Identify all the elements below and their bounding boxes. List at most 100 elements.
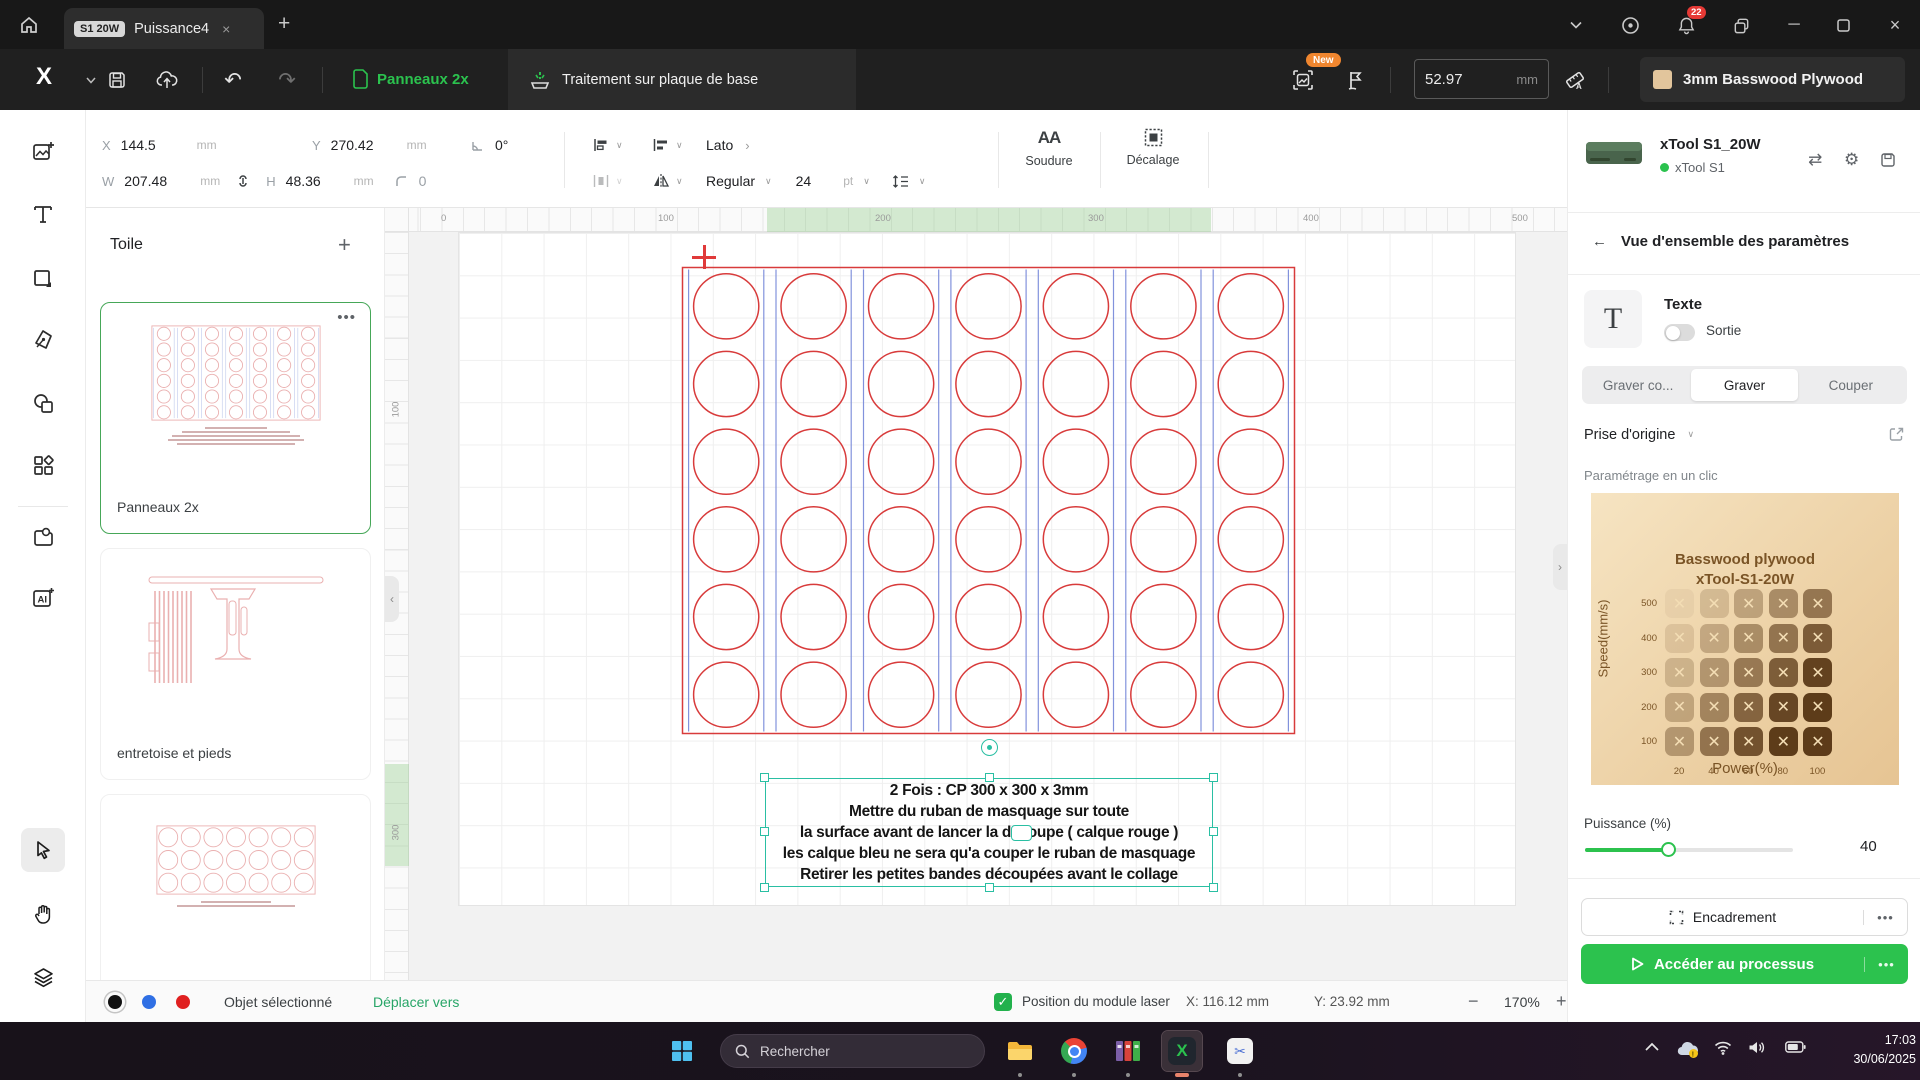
- maximize-button[interactable]: [1828, 10, 1858, 40]
- power-value[interactable]: 40: [1860, 838, 1877, 855]
- insert-shape-button[interactable]: [21, 257, 65, 301]
- process-tab-base-plate[interactable]: Traitement sur plaque de base: [508, 49, 856, 110]
- snipping-tool-icon[interactable]: ✂: [1220, 1031, 1260, 1071]
- switch-device-icon[interactable]: ⇄: [1808, 150, 1822, 170]
- material-thickness-field[interactable]: mm: [1414, 59, 1549, 99]
- start-button[interactable]: [662, 1031, 702, 1071]
- pan-tool-button[interactable]: [21, 892, 65, 936]
- output-toggle[interactable]: [1664, 324, 1695, 341]
- weather-cloud-icon[interactable]: !: [1676, 1039, 1700, 1059]
- selection-handle-ne[interactable]: [1209, 773, 1218, 782]
- flip-dropdown[interactable]: ∨: [652, 166, 683, 196]
- elements-library-button[interactable]: [21, 443, 65, 487]
- tab-graver-combine[interactable]: Graver co...: [1585, 369, 1691, 401]
- tab-couper[interactable]: Couper: [1798, 369, 1904, 401]
- tab-graver[interactable]: Graver: [1691, 369, 1797, 401]
- font-size-field[interactable]: 24: [796, 173, 812, 189]
- framing-button[interactable]: Encadrement •••: [1581, 898, 1908, 936]
- zoom-out-button[interactable]: −: [1468, 991, 1479, 1012]
- y-position-field[interactable]: 270.42: [331, 137, 397, 153]
- insert-text-button[interactable]: [21, 192, 65, 236]
- selection-handle-s[interactable]: [985, 883, 994, 892]
- tray-chevron-icon[interactable]: [1645, 1042, 1659, 1052]
- taskbar-clock[interactable]: 17:03 30/06/2025: [1830, 1031, 1916, 1069]
- move-to-link[interactable]: Déplacer vers: [373, 994, 459, 1010]
- xcs-logo[interactable]: X: [36, 63, 52, 91]
- canvas-card-3[interactable]: [100, 794, 371, 980]
- rotate-handle[interactable]: [981, 739, 998, 756]
- design-canvas[interactable]: 0100200300400500 100300 2 Fois : CP 300 …: [385, 208, 1567, 980]
- tab-close-icon[interactable]: ×: [222, 21, 230, 37]
- taskbar-search[interactable]: Rechercher: [720, 1034, 985, 1068]
- line-height-icon[interactable]: [892, 174, 909, 189]
- mark-position-button[interactable]: [1340, 65, 1370, 95]
- winrar-icon[interactable]: [1108, 1031, 1148, 1071]
- layers-button[interactable]: [21, 955, 65, 999]
- collapse-left-panel-button[interactable]: ‹: [385, 576, 399, 622]
- device-settings-icon[interactable]: ⚙: [1844, 150, 1859, 170]
- new-tab-button[interactable]: +: [278, 12, 290, 36]
- canvas-card-entretoise[interactable]: entretoise et pieds: [100, 548, 371, 780]
- font-style-dropdown[interactable]: Regular: [706, 173, 755, 189]
- insert-image-button[interactable]: [21, 130, 65, 174]
- selection-handle-se[interactable]: [1209, 883, 1218, 892]
- framing-more-icon[interactable]: •••: [1863, 910, 1907, 925]
- collapse-right-panel-button[interactable]: ›: [1553, 544, 1567, 590]
- text-align-dropdown[interactable]: ∨: [652, 130, 683, 160]
- layer-color-blue[interactable]: [142, 995, 156, 1009]
- laser-position-checkbox[interactable]: ✓: [994, 993, 1012, 1011]
- layer-color-black[interactable]: [108, 995, 122, 1009]
- layer-color-red[interactable]: [176, 995, 190, 1009]
- weld-button[interactable]: AA Soudure: [1014, 128, 1084, 168]
- align-objects-dropdown[interactable]: ∨: [592, 130, 623, 160]
- selection-handle-sw[interactable]: [760, 883, 769, 892]
- undo-button[interactable]: ↶: [218, 65, 248, 95]
- lock-ratio-icon[interactable]: [236, 173, 250, 189]
- connect-four-panel-object[interactable]: [681, 266, 1296, 735]
- notifications-bell-icon[interactable]: 22: [1671, 10, 1701, 40]
- redo-button[interactable]: ↷: [272, 65, 302, 95]
- power-slider-knob[interactable]: [1661, 842, 1676, 857]
- battery-icon[interactable]: [1785, 1041, 1806, 1053]
- canvas-card-panneaux[interactable]: ••• Panneaux 2x: [100, 302, 371, 534]
- selection-pivot-icon[interactable]: [1011, 825, 1032, 841]
- selection-handle-w[interactable]: [760, 827, 769, 836]
- font-size-unit-dropdown[interactable]: pt: [843, 174, 853, 188]
- distribute-dropdown[interactable]: ∨: [592, 166, 623, 196]
- save-preset-icon[interactable]: [1880, 152, 1896, 168]
- selection-handle-n[interactable]: [985, 773, 994, 782]
- add-canvas-button[interactable]: +: [338, 232, 351, 258]
- process-more-icon[interactable]: •••: [1864, 957, 1908, 972]
- origin-export-icon[interactable]: [1888, 426, 1905, 443]
- canvas-tab-panneaux[interactable]: Panneaux 2x: [352, 63, 469, 95]
- measure-thickness-button[interactable]: A: [1560, 65, 1590, 95]
- zoom-in-button[interactable]: +: [1556, 991, 1567, 1012]
- window-switcher-icon[interactable]: [1726, 10, 1756, 40]
- close-button[interactable]: ×: [1880, 10, 1910, 40]
- info-circle-icon[interactable]: [1615, 10, 1645, 40]
- process-button[interactable]: Accéder au processus •••: [1581, 944, 1908, 984]
- selection-handle-e[interactable]: [1209, 827, 1218, 836]
- thickness-input[interactable]: [1425, 71, 1495, 88]
- height-field[interactable]: 48.36: [286, 173, 344, 189]
- file-explorer-icon[interactable]: [1000, 1031, 1040, 1071]
- width-field[interactable]: 207.48: [124, 173, 190, 189]
- rotation-field[interactable]: 0°: [495, 137, 508, 153]
- offset-button[interactable]: Décalage: [1118, 128, 1188, 167]
- minimize-button[interactable]: ─: [1779, 10, 1809, 40]
- boolean-shapes-button[interactable]: [21, 381, 65, 425]
- font-family-dropdown[interactable]: Lato ›: [706, 130, 750, 160]
- origin-mode-row[interactable]: Prise d'origine ∨: [1584, 426, 1905, 443]
- corner-radius-field[interactable]: 0: [419, 173, 427, 189]
- cloud-upload-button[interactable]: [152, 65, 182, 95]
- wifi-icon[interactable]: [1714, 1041, 1732, 1055]
- select-tool-button[interactable]: [21, 828, 65, 872]
- ai-image-button[interactable]: AI: [21, 576, 65, 620]
- zoom-level[interactable]: 170%: [1504, 994, 1540, 1010]
- home-button[interactable]: [12, 8, 46, 42]
- power-slider[interactable]: [1585, 848, 1793, 852]
- selection-handle-nw[interactable]: [760, 773, 769, 782]
- card-menu-icon[interactable]: •••: [337, 309, 356, 326]
- pen-vector-button[interactable]: [21, 318, 65, 362]
- save-button[interactable]: [102, 65, 132, 95]
